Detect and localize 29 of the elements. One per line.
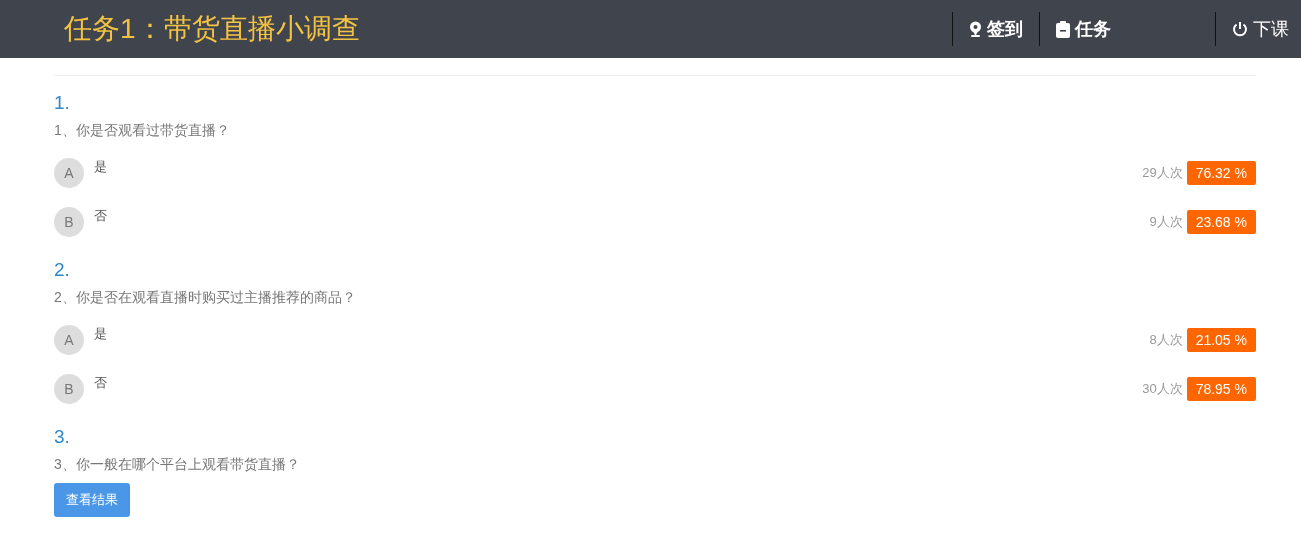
question-text: 3、你一般在哪个平台上观看带货直播？ xyxy=(54,456,301,474)
question-text: 1、你是否观看过带货直播？ xyxy=(54,122,231,140)
question-number: 1. xyxy=(54,92,71,115)
vote-count: 9人次 xyxy=(1149,212,1183,231)
percentage-badge: 78.95 % xyxy=(1186,376,1256,401)
logout-nav-button[interactable]: 下课 xyxy=(1216,17,1301,41)
location-pin-icon xyxy=(969,21,982,37)
vote-count: 8人次 xyxy=(1149,330,1183,349)
question-number: 3. xyxy=(54,426,71,449)
page-title: 任务1：带货直播小调查 xyxy=(64,12,361,46)
question-number: 2. xyxy=(54,259,71,282)
vote-count: 29人次 xyxy=(1142,163,1183,182)
option-letter: B xyxy=(54,206,84,237)
percentage-badge: 76.32 % xyxy=(1186,160,1256,185)
option-letter: A xyxy=(54,157,84,188)
percentage-badge: 21.05 % xyxy=(1186,327,1256,352)
task-nav-button[interactable]: 任务 xyxy=(1040,17,1215,41)
option-label: 是 xyxy=(94,325,108,343)
option-letter: B xyxy=(54,373,84,404)
option-label: 是 xyxy=(94,158,108,176)
power-icon xyxy=(1232,21,1248,37)
option-label: 否 xyxy=(94,207,108,225)
percentage-badge: 23.68 % xyxy=(1186,209,1256,234)
option-label: 否 xyxy=(94,374,108,392)
clipboard-icon xyxy=(1056,20,1070,38)
option-letter: A xyxy=(54,324,84,355)
vote-count: 30人次 xyxy=(1142,379,1183,398)
checkin-nav-button[interactable]: 签到 xyxy=(953,17,1039,41)
question-text: 2、你是否在观看直播时购买过主播推荐的商品？ xyxy=(54,289,357,307)
